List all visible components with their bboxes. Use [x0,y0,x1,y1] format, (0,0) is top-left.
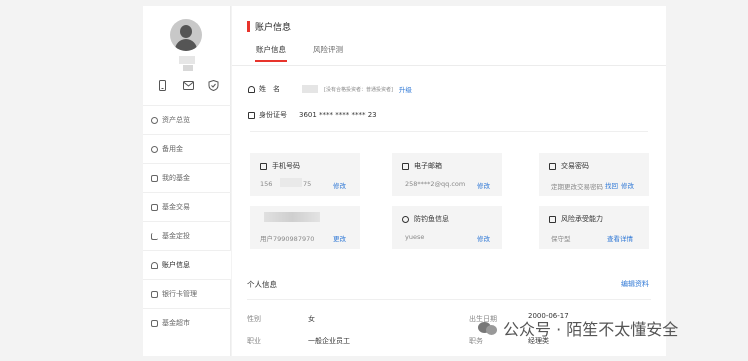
sidebar-menu: 资产总览 备用金 我的基金 基金交易 基金定投 账户信息 银行卡管理 基金超市 [143,105,231,337]
quick-icons [157,76,219,92]
lock-icon [549,162,556,170]
card-icon [151,290,158,298]
gender-value: 女 [308,315,315,323]
email-title: 电子邮箱 [414,162,442,170]
phone-title: 手机号码 [272,162,300,170]
shield-icon[interactable] [208,76,219,92]
watermark: 公众号 · 陌笙不太懂安全 [478,316,678,340]
chart-icon [549,215,556,223]
edit-profile-link[interactable]: 编辑资料 [621,279,649,289]
trade-password-title: 交易密码 [561,162,589,170]
user-icon [151,261,158,269]
coin-icon [151,145,158,153]
sidebar-item-label: 基金超市 [162,319,190,327]
name-label: 姓 名 [259,85,280,93]
sidebar-item-fund-plan[interactable]: 基金定投 [143,221,231,250]
bar-chart-icon [151,232,158,240]
sidebar-item-label: 我的基金 [162,174,190,182]
phone-edit-link[interactable]: 修改 [333,180,346,190]
id-card-icon [248,111,255,119]
user-blurred [264,212,320,222]
email-card: 电子邮箱 258****2@qq.com 修改 [392,153,502,196]
sidebar-item-label: 基金交易 [162,203,190,211]
anti-phishing-edit-link[interactable]: 修改 [477,233,490,243]
user-icon [248,85,255,93]
title-accent [247,21,250,32]
tabs: 账户信息 风险评测 [255,44,343,62]
risk-title: 风险承受能力 [561,215,603,223]
email-edit-link[interactable]: 修改 [477,180,490,190]
wechat-icon [478,320,498,336]
anti-phishing-title: 防钓鱼信息 [414,215,449,223]
user-card: 用户7990987970 更改 [250,206,360,249]
page: 资产总览 备用金 我的基金 基金交易 基金定投 账户信息 银行卡管理 基金超市 … [0,0,748,361]
sidebar: 资产总览 备用金 我的基金 基金交易 基金定投 账户信息 银行卡管理 基金超市 [143,6,231,356]
username-blurred-2 [183,65,193,71]
clock-icon [151,116,158,124]
id-value: 3601 **** **** **** 23 [299,111,377,119]
trade-password-edit-link[interactable]: 修改 [621,180,634,190]
shield-icon [402,215,409,223]
phone-card: 手机号码 156 75 修改 [250,153,360,196]
risk-detail-link[interactable]: 查看详情 [607,233,633,243]
job-value: 一般企业员工 [308,337,350,345]
id-label: 身份证号 [259,111,287,119]
name-value-blurred [302,85,318,93]
sidebar-item-reserve[interactable]: 备用金 [143,134,231,163]
sidebar-item-label: 基金定投 [162,232,190,240]
risk-card: 风险承受能力 保守型 查看详情 [539,206,649,249]
phone-icon [260,162,267,170]
tab-risk-assessment[interactable]: 风险评测 [313,44,343,55]
phone-blurred [280,178,302,187]
tab-account-info[interactable]: 账户信息 [255,44,287,62]
sidebar-item-label: 银行卡管理 [162,290,197,298]
divider [247,299,651,300]
name-row: 姓 名 [没有合格投资者：普通投资者] 升级 [248,84,412,94]
sidebar-item-assets[interactable]: 资产总览 [143,105,231,134]
retrieve-link[interactable]: 找回 [605,180,618,190]
main-panel: 账户信息 账户信息 风险评测 姓 名 [没有合格投资者：普通投资者] 升级 身份… [232,6,666,356]
phone-icon[interactable] [157,76,168,91]
sidebar-item-account-info[interactable]: 账户信息 [143,250,231,279]
sidebar-item-label: 备用金 [162,145,183,153]
upgrade-link[interactable]: 升级 [399,84,412,94]
page-title: 账户信息 [255,23,292,33]
phone-prefix: 156 [260,180,273,188]
phone-suffix: 75 [303,180,312,188]
risk-value: 保守型 [551,235,571,243]
watermark-text: 公众号 · 陌笙不太懂安全 [503,320,679,339]
tab-divider [232,65,666,66]
divider [250,131,648,132]
sidebar-item-fund-market[interactable]: 基金超市 [143,308,231,337]
gender-label: 性别 [247,315,261,323]
sidebar-item-my-funds[interactable]: 我的基金 [143,163,231,192]
sidebar-item-label: 资产总览 [162,116,190,124]
id-row: 身份证号 3601 **** **** **** 23 [248,110,377,120]
anti-phishing-card: 防钓鱼信息 yuese 修改 [392,206,502,249]
personal-info-title: 个人信息 [247,280,277,289]
store-icon [151,319,158,327]
email-value: 258****2@qq.com [405,180,466,188]
trade-password-card: 交易密码 定期更改交易密码 找回 修改 [539,153,649,196]
wallet-icon [151,174,158,182]
user-change-link[interactable]: 更改 [333,233,346,243]
investor-note: [没有合格投资者：普通投资者] [324,86,393,93]
trade-icon [151,203,158,211]
anti-phishing-value: yuese [405,233,425,241]
sidebar-item-label: 账户信息 [162,261,190,269]
trade-password-note: 定期更改交易密码 [551,183,603,191]
user-value: 用户7990987970 [260,235,315,243]
username-blurred [179,56,195,64]
avatar[interactable] [170,19,202,51]
job-label: 职业 [247,337,261,345]
mail-icon[interactable] [182,76,194,90]
sidebar-item-fund-trade[interactable]: 基金交易 [143,192,231,221]
mail-icon [402,162,409,170]
sidebar-item-bank-cards[interactable]: 银行卡管理 [143,279,231,308]
